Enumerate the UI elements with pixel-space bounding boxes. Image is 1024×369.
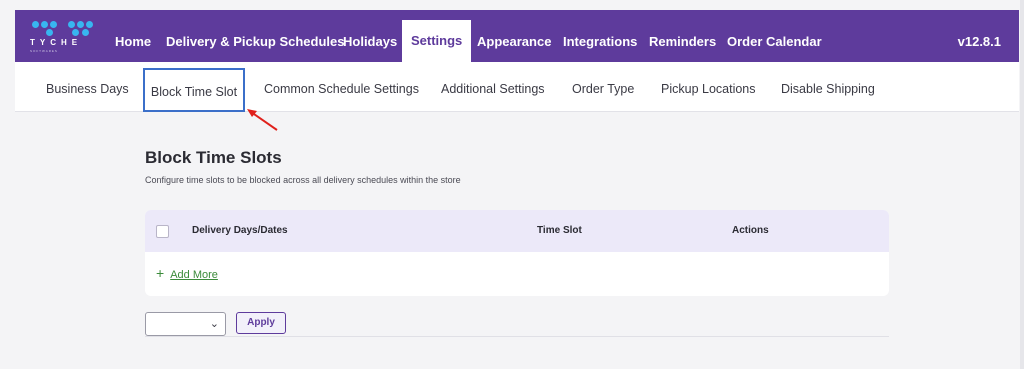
plus-icon: + (156, 265, 165, 281)
add-more-label: Add More (170, 269, 218, 281)
nav-order-calendar[interactable]: Order Calendar (727, 10, 822, 62)
tab-business-days[interactable]: Business Days (46, 62, 129, 112)
nav-delivery-pickup-schedules[interactable]: Delivery & Pickup Schedules (166, 10, 344, 62)
tyche-logo[interactable]: TYCHE SOFTWARES (30, 18, 100, 58)
annotation-arrow-icon (247, 109, 278, 131)
tab-block-time-slot[interactable]: Block Time Slot (143, 68, 245, 112)
bulk-action-select[interactable]: ⌄ (145, 312, 226, 336)
nav-home[interactable]: Home (115, 10, 151, 62)
chevron-down-icon: ⌄ (209, 318, 219, 330)
tab-additional-settings[interactable]: Additional Settings (441, 62, 545, 112)
page-title: Block Time Slots (145, 148, 282, 167)
logo-subtitle: SOFTWARES (30, 49, 58, 53)
tab-pickup-locations[interactable]: Pickup Locations (661, 62, 756, 112)
nav-appearance[interactable]: Appearance (477, 10, 551, 62)
column-actions: Actions (732, 225, 769, 236)
nav-integrations[interactable]: Integrations (563, 10, 637, 62)
page-description: Configure time slots to be blocked acros… (145, 175, 461, 185)
tab-disable-shipping[interactable]: Disable Shipping (781, 62, 875, 112)
table-header: Delivery Days/Dates Time Slot Actions (145, 210, 889, 252)
tab-order-type[interactable]: Order Type (572, 62, 634, 112)
logo-word: TYCHE (30, 38, 83, 47)
nav-holidays[interactable]: Holidays (343, 10, 397, 62)
nav-settings[interactable]: Settings (402, 20, 472, 62)
apply-button[interactable]: Apply (236, 312, 286, 334)
logo-dots-icon (32, 21, 96, 37)
divider (145, 336, 889, 337)
select-all-checkbox[interactable] (156, 225, 169, 238)
add-more-link[interactable]: + Add More (156, 265, 218, 281)
tab-common-schedule-settings[interactable]: Common Schedule Settings (264, 62, 419, 112)
column-time-slot: Time Slot (537, 225, 582, 236)
top-nav: TYCHE SOFTWARES Home Delivery & Pickup S… (15, 10, 1019, 62)
block-time-slots-table: Delivery Days/Dates Time Slot Actions + A… (145, 210, 889, 296)
version-label: v12.8.1 (957, 34, 1001, 49)
settings-subtabs: Business Days Block Time Slot Common Sch… (15, 62, 1019, 112)
nav-reminders[interactable]: Reminders (649, 10, 716, 62)
page-scrollbar[interactable] (1020, 0, 1024, 369)
column-delivery-days-dates: Delivery Days/Dates (192, 225, 288, 236)
